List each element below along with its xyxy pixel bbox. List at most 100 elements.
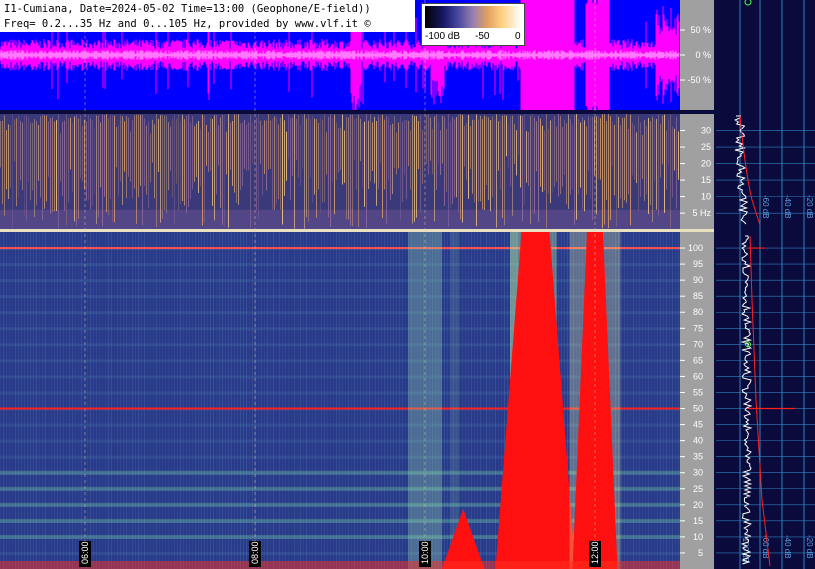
high-noise-column bbox=[471, 232, 472, 569]
low-streak bbox=[670, 114, 671, 228]
low-streak bbox=[576, 114, 577, 220]
low-tick-label: 5 Hz bbox=[692, 208, 711, 218]
high-noise-column bbox=[333, 232, 334, 569]
high-noise-column bbox=[321, 232, 322, 569]
high-noise-column bbox=[480, 232, 481, 569]
low-streak bbox=[154, 124, 155, 199]
low-streak bbox=[160, 115, 161, 223]
high-noise-column bbox=[111, 232, 112, 569]
low-streak bbox=[230, 122, 231, 170]
low-streak bbox=[214, 115, 215, 221]
low-streak bbox=[538, 116, 539, 222]
low-streak bbox=[240, 123, 241, 190]
high-noise-column bbox=[81, 232, 82, 569]
low-streak bbox=[620, 125, 621, 199]
low-streak bbox=[168, 122, 169, 191]
high-noise-column bbox=[474, 232, 475, 569]
high-noise-column bbox=[315, 232, 316, 569]
low-streak bbox=[536, 121, 537, 172]
low-streak bbox=[500, 119, 501, 190]
low-streak bbox=[258, 114, 259, 218]
low-streak bbox=[18, 115, 19, 198]
low-streak bbox=[236, 114, 237, 203]
low-streak bbox=[654, 118, 655, 182]
low-streak bbox=[66, 114, 67, 226]
low-streak bbox=[498, 121, 499, 171]
low-streak bbox=[644, 120, 645, 201]
low-streak bbox=[604, 114, 605, 225]
high-tick-label: 75 bbox=[693, 323, 703, 333]
low-streak bbox=[68, 118, 69, 203]
low-streak bbox=[178, 114, 179, 211]
low-streak bbox=[52, 117, 53, 213]
high-noise-column bbox=[132, 232, 133, 569]
low-streak bbox=[520, 115, 521, 188]
low-streak bbox=[126, 115, 127, 198]
low-streak bbox=[522, 115, 523, 222]
high-noise-column bbox=[327, 232, 328, 569]
low-streak bbox=[38, 124, 39, 181]
high-noise-column bbox=[366, 232, 367, 569]
low-streak bbox=[298, 114, 299, 178]
high-noise-column bbox=[54, 232, 55, 569]
low-streak bbox=[436, 114, 437, 190]
low-streak bbox=[410, 130, 411, 190]
high-noise-column bbox=[483, 232, 484, 569]
low-streak bbox=[150, 133, 151, 183]
low-streak bbox=[588, 116, 589, 171]
side-spectrum: -60 dB -40 dB -20 dB-100 dB -60 dB -40 dB -20… bbox=[716, 0, 815, 569]
low-streak bbox=[270, 120, 271, 169]
low-streak bbox=[276, 117, 277, 205]
low-streak bbox=[118, 125, 119, 196]
low-streak bbox=[246, 124, 247, 171]
low-streak bbox=[408, 120, 409, 167]
high-noise-column bbox=[42, 232, 43, 569]
low-streak bbox=[444, 116, 445, 206]
low-streak bbox=[174, 114, 175, 225]
low-streak bbox=[90, 118, 91, 210]
high-noise-column bbox=[153, 232, 154, 569]
frequency-info: Freq= 0.2...35 Hz and 0...105 Hz, provid… bbox=[4, 18, 371, 30]
low-streak bbox=[510, 116, 511, 186]
low-streak bbox=[532, 114, 533, 214]
low-streak bbox=[628, 128, 629, 195]
colorbar-label-min: -100 dB bbox=[425, 31, 461, 42]
high-noise-column bbox=[291, 232, 292, 569]
low-streak bbox=[136, 114, 137, 224]
high-noise-column bbox=[390, 232, 391, 569]
low-streak bbox=[226, 131, 227, 175]
high-noise-column bbox=[360, 232, 361, 569]
high-noise-column bbox=[447, 232, 448, 569]
high-tick-label: 45 bbox=[693, 420, 703, 430]
low-streak bbox=[114, 115, 115, 223]
low-streak bbox=[42, 114, 43, 221]
low-streak bbox=[82, 126, 83, 182]
high-noise-column bbox=[639, 232, 640, 569]
high-noise-column bbox=[201, 232, 202, 569]
high-noise-column bbox=[6, 232, 7, 569]
low-streak bbox=[612, 122, 613, 166]
side-lower-label: -20 dB bbox=[805, 535, 814, 559]
low-streak bbox=[432, 128, 433, 175]
high-noise-column bbox=[654, 232, 655, 569]
high-noise-column bbox=[489, 232, 490, 569]
low-freq-noise bbox=[0, 561, 680, 569]
high-noise-column bbox=[303, 232, 304, 569]
low-streak bbox=[362, 123, 363, 188]
low-streak bbox=[546, 114, 547, 229]
low-streak bbox=[384, 119, 385, 190]
low-streak bbox=[450, 121, 451, 208]
low-streak bbox=[370, 114, 371, 182]
high-noise-column bbox=[195, 232, 196, 569]
low-streak bbox=[132, 120, 133, 199]
low-streak bbox=[486, 116, 487, 186]
low-streak bbox=[324, 114, 325, 203]
low-streak bbox=[660, 123, 661, 178]
low-streak bbox=[104, 114, 105, 197]
high-noise-column bbox=[102, 232, 103, 569]
low-streak bbox=[278, 124, 279, 200]
high-tick-label: 10 bbox=[693, 532, 703, 542]
low-streak bbox=[524, 114, 525, 206]
high-tick-label: 25 bbox=[693, 484, 703, 494]
high-noise-column bbox=[375, 232, 376, 569]
